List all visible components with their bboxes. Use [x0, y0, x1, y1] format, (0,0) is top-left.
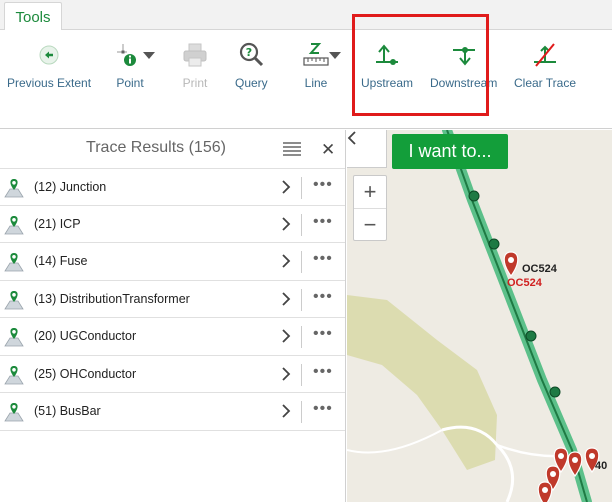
print-button[interactable]: Print	[179, 38, 211, 90]
map-label-oc524: OC524	[522, 263, 557, 275]
trace-node[interactable]	[525, 330, 537, 342]
trace-results-panel: Trace Results (156) ✕ (12) Junction ••• (2…	[0, 130, 346, 502]
trace-result-label: (51) BusBar	[34, 404, 101, 418]
more-options-icon[interactable]: •••	[313, 325, 333, 343]
trace-result-row[interactable]: (20) UGConductor •••	[0, 318, 345, 356]
zoom-control: + −	[353, 175, 387, 241]
trace-result-label: (13) DistributionTransformer	[34, 291, 190, 306]
row-divider	[301, 401, 302, 423]
clear-trace-label: Clear Trace	[514, 76, 577, 90]
chevron-right-icon[interactable]	[281, 366, 291, 382]
clear-trace-button[interactable]: Clear Trace	[514, 38, 576, 90]
map-layer-pin-icon	[4, 328, 24, 347]
i-want-to-button[interactable]: I want to...	[392, 134, 508, 169]
close-icon[interactable]: ✕	[321, 140, 335, 160]
map-layer-pin-icon	[4, 290, 24, 309]
line-measure-icon	[300, 38, 332, 72]
trace-tools-highlight	[352, 14, 489, 116]
more-options-icon[interactable]: •••	[313, 288, 333, 306]
tab-bar: Tools	[0, 0, 612, 31]
trace-result-row[interactable]: (25) OHConductor •••	[0, 356, 345, 393]
trace-node[interactable]	[468, 190, 480, 202]
chevron-right-icon[interactable]	[281, 328, 291, 344]
map-layer-pin-icon	[4, 215, 24, 234]
panel-title: Trace Results (156)	[86, 139, 226, 156]
print-label: Print	[182, 76, 208, 90]
trace-result-row[interactable]: (12) Junction •••	[0, 168, 345, 206]
chevron-left-icon	[347, 131, 356, 145]
svg-text:?: ?	[246, 46, 252, 59]
point-button[interactable]: Point	[114, 38, 146, 90]
map-pin[interactable]	[503, 251, 519, 278]
more-options-icon[interactable]: •••	[313, 400, 333, 418]
map-layer-pin-icon	[4, 253, 24, 272]
tab-tools[interactable]: Tools	[4, 2, 62, 31]
chevron-right-icon[interactable]	[281, 179, 291, 195]
toolbar: Previous Extent Point Print ? Query Line…	[0, 30, 612, 129]
row-divider	[301, 177, 302, 199]
line-label: Line	[304, 76, 328, 90]
zoom-in-button[interactable]: +	[354, 176, 386, 208]
map-pin[interactable]	[537, 481, 553, 502]
trace-result-label: (12) Junction	[34, 180, 107, 194]
trace-result-row[interactable]: (51) BusBar •••	[0, 393, 345, 431]
point-label: Point	[116, 76, 144, 90]
trace-result-label: (21) ICP	[34, 216, 81, 231]
list-menu-icon[interactable]	[283, 142, 301, 156]
trace-result-row[interactable]: (13) DistributionTransformer •••	[0, 281, 345, 318]
trace-node[interactable]	[488, 238, 500, 250]
trace-result-label: (25) OHConductor	[34, 366, 137, 381]
more-options-icon[interactable]: •••	[313, 213, 333, 231]
query-label: Query	[235, 76, 268, 90]
trace-result-row[interactable]: (21) ICP •••	[0, 206, 345, 243]
map-label-partial: 40	[595, 460, 608, 472]
collapse-panel-button[interactable]	[347, 130, 387, 168]
row-divider	[301, 213, 302, 236]
chevron-right-icon[interactable]	[281, 253, 291, 269]
trace-result-label: (20) UGConductor	[34, 329, 137, 343]
map-label-oc524-red: OC524	[507, 277, 542, 289]
point-icon	[114, 38, 146, 72]
map-layer-pin-icon	[4, 403, 24, 422]
map-layer-pin-icon	[4, 365, 24, 384]
trace-node[interactable]	[549, 386, 561, 398]
row-divider	[301, 251, 302, 273]
line-button[interactable]: Line	[300, 38, 332, 90]
more-options-icon[interactable]: •••	[313, 363, 333, 381]
map-view[interactable]: OC524 OC524 40 I want to... + −	[347, 130, 612, 502]
print-icon	[179, 38, 211, 72]
chevron-right-icon[interactable]	[281, 403, 291, 419]
query-button[interactable]: ? Query	[235, 38, 268, 90]
panel-header: Trace Results (156) ✕	[0, 130, 345, 168]
previous-extent-icon	[33, 38, 65, 72]
vegetation-area	[347, 295, 497, 470]
point-dropdown-icon[interactable]	[143, 52, 155, 59]
query-icon: ?	[235, 38, 267, 72]
row-divider	[301, 363, 302, 386]
trace-result-label: (14) Fuse	[34, 254, 88, 268]
zoom-out-button[interactable]: −	[354, 208, 386, 240]
previous-extent-label: Previous Extent	[7, 76, 92, 90]
previous-extent-button[interactable]: Previous Extent	[7, 38, 91, 90]
clear-trace-icon	[529, 38, 561, 72]
more-options-icon[interactable]: •••	[313, 250, 333, 268]
trace-result-row[interactable]: (14) Fuse •••	[0, 243, 345, 281]
road	[347, 429, 443, 454]
line-dropdown-icon[interactable]	[329, 52, 341, 59]
map-layer-pin-icon	[4, 179, 24, 198]
chevron-right-icon[interactable]	[281, 291, 291, 307]
chevron-right-icon[interactable]	[281, 216, 291, 232]
more-options-icon[interactable]: •••	[313, 176, 333, 194]
row-divider	[301, 288, 302, 311]
row-divider	[301, 326, 302, 348]
